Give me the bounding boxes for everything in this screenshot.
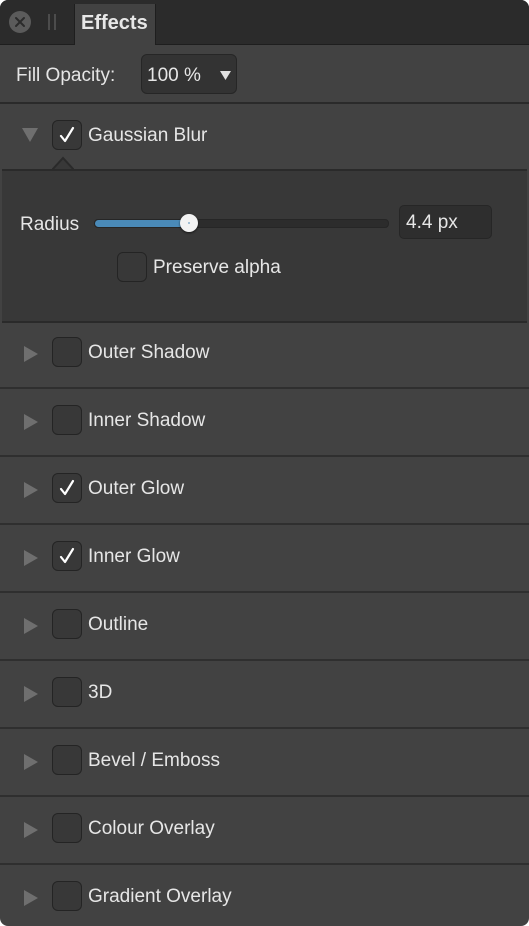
radius-slider-thumb[interactable] [179,214,198,232]
disclosure-collapsed-icon[interactable] [24,754,38,770]
effect-label: Outer Glow [88,478,185,499]
effect-row[interactable]: Gradient Overlay [0,865,529,926]
fill-opacity-row: Fill Opacity: 100 % [0,45,529,104]
effect-checkbox[interactable] [52,745,82,775]
radius-slider[interactable] [94,214,389,232]
chevron-down-icon [220,71,231,80]
panel-titlebar: Effects [0,0,529,45]
effect-checkbox[interactable] [52,813,82,843]
disclosure-collapsed-icon[interactable] [24,686,38,702]
disclosure-collapsed-icon[interactable] [24,482,38,498]
disclosure-collapsed-icon[interactable] [24,414,38,430]
effect-row-gaussian-blur: Gaussian Blur [0,104,529,169]
effect-row[interactable]: Colour Overlay [0,797,529,865]
effect-checkbox[interactable] [52,337,82,367]
effect-label: Bevel / Emboss [88,750,220,771]
disclosure-collapsed-icon[interactable] [24,550,38,566]
drag-handle[interactable] [48,14,57,30]
radius-slider-fill [95,220,189,227]
effect-label: Inner Glow [88,546,180,567]
effect-label: Outer Shadow [88,342,210,363]
gaussian-blur-label: Gaussian Blur [88,125,208,146]
tab-effects[interactable]: Effects [74,4,156,45]
preserve-alpha-label: Preserve alpha [153,257,281,278]
effects-panel: Effects Fill Opacity: 100 % Gaussian Blu… [0,0,529,926]
radius-value: 4.4 px [406,212,458,233]
effect-label: Inner Shadow [88,410,206,431]
fill-opacity-value: 100 % [147,65,201,86]
fill-opacity-dropdown[interactable]: 100 % [141,54,237,94]
disclosure-collapsed-icon[interactable] [24,346,38,362]
effect-row[interactable]: Inner Glow [0,525,529,593]
effect-label: Colour Overlay [88,818,215,839]
radius-label: Radius [20,214,80,235]
disclosure-collapsed-icon[interactable] [24,822,38,838]
disclosure-collapsed-icon[interactable] [24,618,38,634]
tab-effects-label: Effects [81,12,148,34]
radius-input[interactable]: 4.4 px [399,205,492,239]
effect-checkbox[interactable] [52,609,82,639]
effect-row[interactable]: Bevel / Emboss [0,729,529,797]
effect-checkbox[interactable] [52,677,82,707]
effect-row[interactable]: Outer Glow [0,457,529,525]
effect-checkbox[interactable] [52,881,82,911]
gaussian-blur-checkbox[interactable] [52,120,82,150]
disclosure-expanded-icon[interactable] [22,128,38,142]
effect-checkbox[interactable] [52,405,82,435]
disclosure-collapsed-icon[interactable] [24,890,38,906]
effect-label: Gradient Overlay [88,886,232,907]
fill-opacity-label: Fill Opacity: [16,65,116,86]
effect-row[interactable]: 3D [0,661,529,729]
close-button[interactable] [9,11,31,33]
effect-label: Outline [88,614,149,635]
effect-row[interactable]: Inner Shadow [0,389,529,457]
checkmark-icon [59,479,75,496]
effect-label: 3D [88,682,113,703]
effect-row[interactable]: Outline [0,593,529,661]
effect-checkbox[interactable] [52,541,82,571]
checkmark-icon [59,126,75,143]
effect-checkbox[interactable] [52,473,82,503]
effect-row[interactable]: Outer Shadow [0,321,529,389]
gaussian-blur-settings: Radius 4.4 px Preserve alpha [2,169,527,323]
preserve-alpha-checkbox[interactable] [117,252,147,282]
close-icon [15,17,25,27]
checkmark-icon [59,547,75,564]
